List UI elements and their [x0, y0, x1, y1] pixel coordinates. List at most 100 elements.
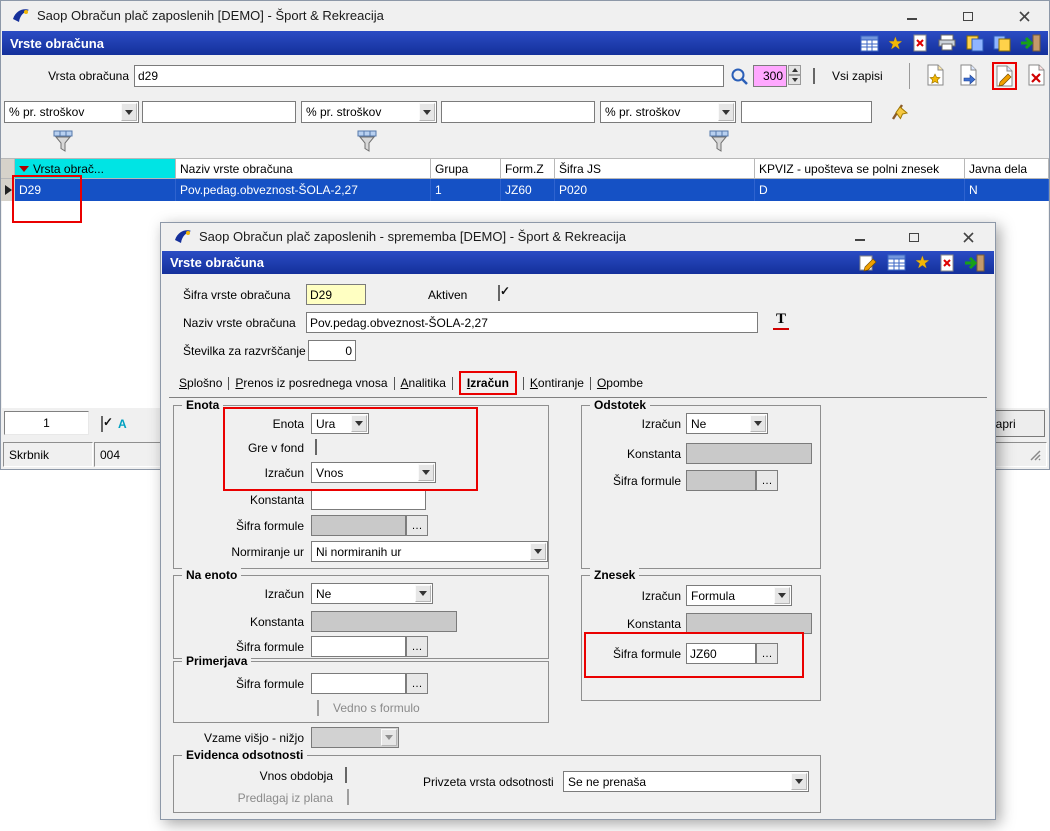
clear-filter-icon[interactable] [889, 100, 911, 122]
record-delete-icon[interactable] [1027, 64, 1046, 86]
close-form-icon[interactable] [912, 34, 928, 52]
grid-header-sifrajs[interactable]: Šifra JS [555, 158, 755, 179]
primerjava-always-label: Vedno s formulo [333, 701, 420, 715]
resize-grip-icon [1030, 449, 1041, 461]
spin-down-icon[interactable] [788, 75, 801, 85]
grid-cell-javna[interactable]: N [965, 179, 1049, 201]
filter-input-2[interactable] [441, 101, 595, 123]
status-resize[interactable] [994, 442, 1047, 467]
grid-cell-sifrajs[interactable]: P020 [555, 179, 755, 201]
filter-funnel-icon-3[interactable] [709, 130, 729, 153]
code-input[interactable] [306, 284, 366, 305]
record-limit-stepper[interactable] [788, 65, 801, 85]
enota-fond-label: Gre v fond [247, 441, 304, 455]
znesek-const-input [686, 613, 812, 634]
znesek-formula-lookup-button[interactable]: … [756, 643, 778, 664]
active-checkbox[interactable] [498, 285, 500, 301]
record-edit-icon[interactable] [995, 65, 1014, 87]
favorites-star-icon[interactable]: ★ [915, 254, 930, 271]
evidenca-period-checkbox[interactable] [345, 767, 347, 783]
naenoto-calc-select[interactable]: Ne [311, 583, 433, 604]
active-filter-checkbox[interactable] [101, 416, 103, 432]
odstotek-formula-lookup-button[interactable]: … [756, 470, 778, 491]
primerjava-formula-lookup-button[interactable]: … [406, 673, 428, 694]
naenoto-formula-lookup-button[interactable]: … [406, 636, 428, 657]
primerjava-formula-input[interactable] [311, 673, 406, 694]
filter-funnel-icon-2[interactable] [357, 130, 377, 153]
enota-fond-checkbox[interactable] [315, 439, 317, 455]
grid-header-javna[interactable]: Javna dela [965, 158, 1049, 179]
grid-header-formz[interactable]: Form.Z [501, 158, 555, 179]
text-format-icon[interactable]: T [773, 311, 789, 330]
grid-cell-formz[interactable]: JZ60 [501, 179, 555, 201]
filter-select-3[interactable]: % pr. stroškov [600, 101, 736, 123]
minimize-button[interactable] [895, 1, 929, 31]
name-input[interactable] [306, 312, 758, 333]
search-input[interactable] [134, 65, 724, 87]
close-form-icon[interactable] [939, 254, 955, 272]
grid-cell-kpviz[interactable]: D [755, 179, 965, 201]
table-icon[interactable] [887, 254, 906, 271]
tab-opombe[interactable]: Opombe [597, 376, 643, 390]
evidenca-default-select[interactable]: Se ne prenaša [563, 771, 809, 792]
minimize-button[interactable] [843, 223, 877, 251]
close-button[interactable] [1007, 1, 1041, 31]
znesek-calc-select[interactable]: Formula [686, 585, 792, 606]
primerjava-formula-label: Šifra formule [235, 677, 304, 691]
primerjava-always-checkbox [317, 700, 319, 716]
sort-desc-icon [19, 165, 29, 172]
spin-up-icon[interactable] [788, 65, 801, 75]
chevron-down-icon [750, 415, 766, 432]
record-copy-icon[interactable] [959, 64, 978, 86]
znesek-formula-label: Šifra formule [612, 647, 681, 661]
all-records-checkbox[interactable] [813, 68, 815, 84]
tab-splosno[interactable]: Splošno [179, 376, 222, 390]
exit-icon[interactable] [1020, 34, 1041, 52]
table-icon[interactable] [860, 35, 879, 52]
grid-cell-naziv[interactable]: Pov.pedag.obveznost-ŠOLA-2,27 [176, 179, 431, 201]
filter-select-1[interactable]: % pr. stroškov [4, 101, 139, 123]
enota-unit-select[interactable]: Ura [311, 413, 369, 434]
znesek-formula-input[interactable] [686, 643, 756, 664]
maximize-button[interactable] [897, 223, 931, 251]
search-icon[interactable] [730, 67, 749, 86]
enota-const-input[interactable] [311, 489, 426, 510]
enota-norm-select[interactable]: Ni normiranih ur [311, 541, 548, 562]
edit-icon[interactable] [859, 253, 878, 272]
paste-icon[interactable] [993, 34, 1011, 52]
name-label: Naziv vrste obračuna [183, 316, 296, 330]
grid-cell-vrsta[interactable]: D29 [15, 179, 176, 201]
tab-izracun[interactable]: Izračun [458, 371, 517, 395]
sort-input[interactable] [308, 340, 356, 361]
grid-cell-grupa[interactable]: 1 [431, 179, 501, 201]
main-titlebar[interactable]: Saop Obračun plač zaposlenih [DEMO] - Šp… [1, 1, 1049, 31]
tab-analitika[interactable]: Analitika [401, 376, 446, 390]
filter-input-3[interactable] [741, 101, 872, 123]
sort-label: Številka za razvrščanje [183, 344, 306, 358]
grid-header-naziv[interactable]: Naziv vrste obračuna [176, 158, 431, 179]
maximize-button[interactable] [951, 1, 985, 31]
enota-formula-lookup-button[interactable]: … [406, 515, 428, 536]
favorites-star-icon[interactable]: ★ [888, 35, 903, 52]
grid-header-kpviz[interactable]: KPVIZ - upošteva se polni znesek [755, 158, 965, 179]
copy-icon[interactable] [966, 34, 984, 52]
enota-calc-select[interactable]: Vnos [311, 462, 436, 483]
grid-header-vrsta[interactable]: Vrsta obrač... [15, 158, 176, 179]
record-new-icon[interactable] [926, 64, 945, 86]
filter-select-2[interactable]: % pr. stroškov [301, 101, 437, 123]
close-button[interactable] [951, 223, 985, 251]
filter-input-1[interactable] [142, 101, 296, 123]
odstotek-calc-select[interactable]: Ne [686, 413, 768, 434]
print-icon[interactable] [937, 34, 957, 52]
filter-funnel-icon-1[interactable] [53, 130, 73, 153]
toolbar-divider [909, 63, 910, 89]
dialog-window: Saop Obračun plač zaposlenih - sprememba… [160, 222, 996, 820]
odstotek-formula-label: Šifra formule [612, 474, 681, 488]
exit-icon[interactable] [964, 254, 985, 272]
dialog-titlebar[interactable]: Saop Obračun plač zaposlenih - sprememba… [161, 223, 995, 251]
naenoto-formula-input[interactable] [311, 636, 406, 657]
tab-kontiranje[interactable]: Kontiranje [530, 376, 584, 390]
record-limit-input[interactable]: 300 [753, 65, 787, 87]
tab-prenos[interactable]: Prenos iz posrednega vnosa [235, 376, 387, 390]
grid-header-grupa[interactable]: Grupa [431, 158, 501, 179]
